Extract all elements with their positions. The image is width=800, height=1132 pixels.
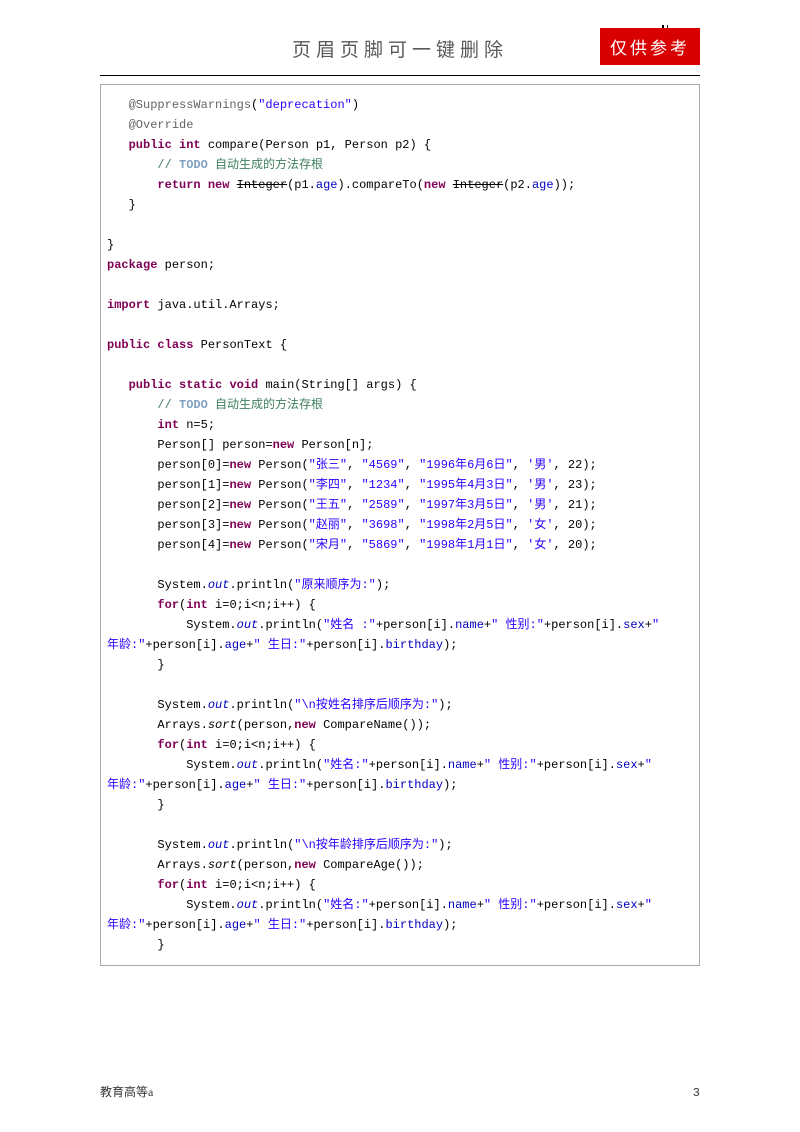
page-header: 页眉页脚可一键删除 仅供参考: [0, 0, 800, 72]
page-number: 3: [693, 1086, 700, 1100]
reference-stamp: 仅供参考: [600, 28, 700, 65]
footer-left-text: 教育高等a: [100, 1083, 153, 1100]
header-title: 页眉页脚可一键删除: [292, 35, 508, 62]
header-rule: [100, 75, 700, 76]
code-block: @SuppressWarnings("deprecation") @Overri…: [100, 84, 700, 966]
